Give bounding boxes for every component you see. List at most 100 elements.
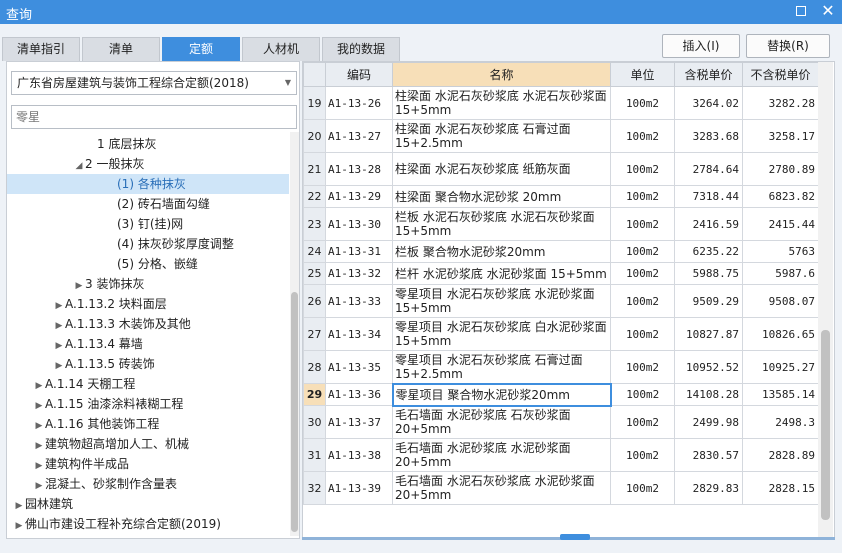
row-number: 22 bbox=[303, 185, 326, 208]
tree-item-selected[interactable]: (1) 各种抹灰 bbox=[7, 174, 289, 194]
tree-item[interactable]: ▶ 佛山市建设工程补充综合定额(2019) bbox=[7, 514, 289, 534]
tree-item[interactable]: (3) 钉(挂)网 bbox=[7, 214, 289, 234]
table-row[interactable]: 21 A1-13-28 柱梁面 水泥石灰砂浆底 纸筋灰面 100m2 2784.… bbox=[303, 152, 819, 186]
cell-price-tax: 2784.64 bbox=[674, 152, 743, 186]
cell-name-focused[interactable]: 零星项目 聚合物水泥砂浆20mm bbox=[391, 382, 612, 407]
expand-icon[interactable]: ▶ bbox=[33, 436, 45, 456]
tree-item[interactable]: ▶ A.1.16 其他装饰工程 bbox=[7, 414, 289, 434]
table-row[interactable]: 24 A1-13-31 栏板 聚合物水泥砂浆20mm 100m2 6235.22… bbox=[303, 240, 819, 263]
expand-icon[interactable]: ▶ bbox=[33, 396, 45, 416]
expand-icon[interactable]: ▶ bbox=[53, 316, 65, 336]
table-row[interactable]: 23 A1-13-30 栏板 水泥石灰砂浆底 水泥石灰砂浆面 15+5mm 10… bbox=[303, 207, 819, 241]
table-row[interactable]: 26 A1-13-33 零星项目 水泥石灰砂浆底 水泥砂浆面 15+5mm 10… bbox=[303, 284, 819, 318]
tree-item[interactable]: (4) 抹灰砂浆厚度调整 bbox=[7, 234, 289, 254]
expand-icon[interactable]: ▶ bbox=[33, 416, 45, 436]
expand-icon[interactable]: ▶ bbox=[53, 336, 65, 356]
row-number: 21 bbox=[303, 152, 326, 186]
table-row[interactable]: 27 A1-13-34 零星项目 水泥石灰砂浆底 白水泥砂浆面 15+5mm 1… bbox=[303, 317, 819, 351]
expand-icon[interactable]: ▶ bbox=[53, 296, 65, 316]
table-scrollbar[interactable] bbox=[818, 62, 833, 538]
table-row[interactable]: 28 A1-13-35 零星项目 水泥石灰砂浆底 石膏过面 15+2.5mm 1… bbox=[303, 350, 819, 384]
cell-price-notax: 6823.82 bbox=[742, 185, 819, 208]
cell-unit: 100m2 bbox=[610, 438, 675, 472]
tree-item[interactable]: 1 底层抹灰 bbox=[7, 134, 289, 154]
cell-unit: 100m2 bbox=[610, 207, 675, 241]
table-row[interactable]: 22 A1-13-29 柱梁面 聚合物水泥砂浆 20mm 100m2 7318.… bbox=[303, 185, 819, 208]
cell-name: 毛石墙面 水泥石灰砂浆底 水泥砂浆面 20+5mm bbox=[392, 471, 611, 505]
cell-price-notax: 2415.44 bbox=[742, 207, 819, 241]
header-code[interactable]: 编码 bbox=[325, 62, 393, 87]
tree-item[interactable]: ▶ A.1.14 天棚工程 bbox=[7, 374, 289, 394]
expand-icon[interactable]: ◢ bbox=[73, 156, 85, 176]
scrollbar-thumb[interactable] bbox=[821, 330, 830, 520]
cell-price-tax: 10827.87 bbox=[674, 317, 743, 351]
scrollbar-thumb[interactable] bbox=[291, 292, 298, 532]
tab-labor-material-machine[interactable]: 人材机 bbox=[242, 37, 320, 61]
cell-unit: 100m2 bbox=[610, 284, 675, 318]
tree-item[interactable]: ▶ 园林建筑 bbox=[7, 494, 289, 514]
tree-scrollbar[interactable] bbox=[290, 132, 299, 536]
left-panel: 广东省房屋建筑与装饰工程综合定额(2018) ▼ 零星 1 底层抹灰 ◢ 2 一般… bbox=[6, 61, 300, 539]
tab-quota[interactable]: 定额 bbox=[162, 37, 240, 61]
tree-item[interactable]: ▶ A.1.13.5 砖装饰 bbox=[7, 354, 289, 374]
cell-code: A1-13-29 bbox=[325, 185, 393, 208]
cell-code: A1-13-36 bbox=[325, 383, 393, 406]
tree-item[interactable]: ▶ 3 装饰抹灰 bbox=[7, 274, 289, 294]
quota-library-dropdown[interactable]: 广东省房屋建筑与装饰工程综合定额(2018) ▼ bbox=[11, 71, 297, 95]
tree-item[interactable]: ▶ A.1.13.3 木装饰及其他 bbox=[7, 314, 289, 334]
tree-item[interactable]: (2) 砖石墙面勾缝 bbox=[7, 194, 289, 214]
tree-item[interactable]: ▶ 混凝土、砂浆制作含量表 bbox=[7, 474, 289, 494]
expand-icon[interactable]: ▶ bbox=[73, 276, 85, 296]
cell-code: A1-13-39 bbox=[325, 471, 393, 505]
cell-name: 柱梁面 聚合物水泥砂浆 20mm bbox=[392, 185, 611, 208]
cell-code: A1-13-32 bbox=[325, 262, 393, 285]
expand-icon[interactable]: ▶ bbox=[13, 496, 25, 516]
cell-unit: 100m2 bbox=[610, 350, 675, 384]
cell-unit: 100m2 bbox=[610, 471, 675, 505]
header-price-tax[interactable]: 含税单价 bbox=[674, 62, 743, 87]
header-price-notax[interactable]: 不含税单价 bbox=[742, 62, 819, 87]
table-row[interactable]: 30 A1-13-37 毛石墙面 水泥砂浆底 石灰砂浆面 20+5mm 100m… bbox=[303, 405, 819, 439]
cell-name: 柱梁面 水泥石灰砂浆底 石膏过面 15+2.5mm bbox=[392, 119, 611, 153]
expand-icon[interactable]: ▶ bbox=[13, 516, 25, 536]
expand-icon[interactable]: ▶ bbox=[53, 356, 65, 376]
cell-price-tax: 3264.02 bbox=[674, 86, 743, 120]
tab-my-data[interactable]: 我的数据 bbox=[322, 37, 400, 61]
close-icon[interactable]: ✕ bbox=[818, 1, 838, 21]
tree-item[interactable]: (5) 分格、嵌缝 bbox=[7, 254, 289, 274]
tree-item[interactable]: ▶ 建筑物超高增加人工、机械 bbox=[7, 434, 289, 454]
cell-unit: 100m2 bbox=[610, 86, 675, 120]
table-row-selected[interactable]: 29 A1-13-36 零星项目 聚合物水泥砂浆20mm 100m2 14108… bbox=[303, 382, 819, 407]
cell-price-tax: 2829.83 bbox=[674, 471, 743, 505]
splitter-grip[interactable] bbox=[560, 534, 590, 540]
insert-button[interactable]: 插入(I) bbox=[662, 34, 740, 58]
tree-item[interactable]: ◢ 2 一般抹灰 bbox=[7, 154, 289, 174]
cell-unit: 100m2 bbox=[610, 405, 675, 439]
maximize-icon[interactable] bbox=[796, 6, 806, 16]
table-row[interactable]: 20 A1-13-27 柱梁面 水泥石灰砂浆底 石膏过面 15+2.5mm 10… bbox=[303, 119, 819, 153]
tree-item[interactable]: ▶ A.1.13.2 块料面层 bbox=[7, 294, 289, 314]
table-row[interactable]: 25 A1-13-32 栏杆 水泥砂浆底 水泥砂浆面 15+5mm 100m2 … bbox=[303, 262, 819, 285]
table-row[interactable]: 32 A1-13-39 毛石墙面 水泥石灰砂浆底 水泥砂浆面 20+5mm 10… bbox=[303, 471, 819, 505]
row-number: 31 bbox=[303, 438, 326, 472]
search-input[interactable]: 零星 bbox=[11, 105, 297, 129]
cell-name: 栏板 聚合物水泥砂浆20mm bbox=[392, 240, 611, 263]
tab-bill-guide[interactable]: 清单指引 bbox=[2, 37, 80, 61]
replace-button[interactable]: 替换(R) bbox=[746, 34, 830, 58]
table-row[interactable]: 19 A1-13-26 柱梁面 水泥石灰砂浆底 水泥石灰砂浆面 15+5mm 1… bbox=[303, 86, 819, 120]
cell-name: 栏杆 水泥砂浆底 水泥砂浆面 15+5mm bbox=[392, 262, 611, 285]
cell-unit: 100m2 bbox=[610, 262, 675, 285]
expand-icon[interactable]: ▶ bbox=[33, 456, 45, 476]
tree-item[interactable]: ▶ 建筑构件半成品 bbox=[7, 454, 289, 474]
row-number: 30 bbox=[303, 405, 326, 439]
table-row[interactable]: 31 A1-13-38 毛石墙面 水泥砂浆底 水泥砂浆面 20+5mm 100m… bbox=[303, 438, 819, 472]
expand-icon[interactable]: ▶ bbox=[33, 476, 45, 496]
tree-item[interactable]: ▶ A.1.13.4 幕墙 bbox=[7, 334, 289, 354]
tab-bill[interactable]: 清单 bbox=[82, 37, 160, 61]
header-unit[interactable]: 单位 bbox=[610, 62, 675, 87]
header-name[interactable]: 名称 bbox=[392, 62, 611, 87]
tree-item[interactable]: ▶ A.1.15 油漆涂料裱糊工程 bbox=[7, 394, 289, 414]
row-number: 28 bbox=[303, 350, 326, 384]
expand-icon[interactable]: ▶ bbox=[33, 376, 45, 396]
cell-price-tax: 10952.52 bbox=[674, 350, 743, 384]
